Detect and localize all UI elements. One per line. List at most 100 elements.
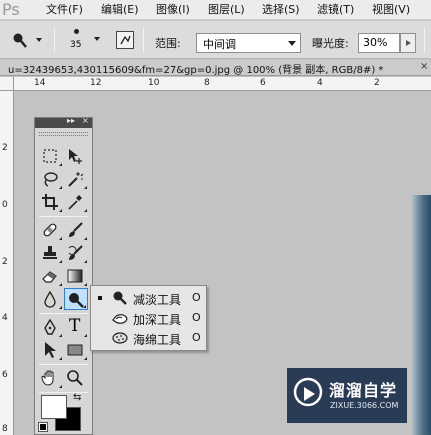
marquee-tool-icon (43, 149, 57, 163)
blur-tool[interactable] (39, 288, 63, 310)
ruler-label: 14 (34, 78, 46, 88)
chevron-down-icon (94, 37, 100, 41)
swap-colors-icon[interactable]: ⇆ (73, 392, 81, 403)
close-icon[interactable]: × (82, 116, 89, 125)
menu-view[interactable]: 视图(V) (372, 0, 410, 20)
ruler-label: 8 (204, 78, 210, 88)
flyout-item-dodge[interactable]: 减淡工具 O (91, 288, 206, 308)
crop-tool[interactable] (39, 191, 63, 213)
menu-filter[interactable]: 滤镜(T) (317, 0, 354, 20)
menu-layer[interactable]: 图层(L) (208, 0, 245, 20)
history-brush-tool-icon (68, 245, 83, 260)
dodge-tools-flyout: 减淡工具 O 加深工具 O 海绵工具 O (90, 285, 207, 351)
path-selection-tool[interactable] (39, 339, 63, 361)
separator (424, 28, 425, 52)
watermark-title: 溜溜自学 (329, 381, 398, 400)
magic-wand-tool-icon (68, 172, 84, 187)
collapse-panel-icon[interactable]: ▸▸ (67, 116, 75, 125)
rectangle-tool[interactable] (64, 339, 88, 361)
default-colors-icon[interactable] (38, 422, 48, 432)
dodge-tool-icon (13, 33, 27, 48)
exposure-slider-toggle[interactable] (400, 33, 416, 53)
flyout-item-label: 减淡工具 (133, 293, 182, 307)
range-select[interactable]: 中间调 (196, 33, 301, 53)
brush-tool[interactable] (64, 219, 88, 241)
healing-brush-tool[interactable] (39, 219, 63, 241)
magic-wand-tool[interactable] (64, 168, 88, 190)
separator (143, 28, 144, 52)
eyedropper-tool[interactable] (64, 191, 88, 213)
exposure-label: 曝光度: (312, 37, 349, 50)
brush-tool-icon (69, 222, 83, 237)
tool-preset-picker[interactable] (10, 31, 44, 51)
path-selection-tool-icon (45, 342, 56, 358)
shortcut-key: O (192, 291, 201, 304)
tool-separator (39, 364, 88, 365)
clone-stamp-tool[interactable] (39, 242, 63, 264)
play-logo-icon (293, 377, 323, 407)
ruler-label: 2 (2, 257, 8, 267)
marquee-tool[interactable] (39, 145, 63, 167)
menu-image[interactable]: 图像(I) (156, 0, 190, 20)
tool-separator (39, 313, 88, 314)
history-brush-tool[interactable] (64, 242, 88, 264)
ruler-label: 2 (2, 143, 8, 153)
exposure-input[interactable]: 30% (358, 33, 400, 53)
shortcut-key: O (192, 311, 201, 324)
eyedropper-tool-icon (68, 195, 82, 210)
gradient-tool-icon (67, 269, 83, 283)
range-select-value: 中间调 (203, 38, 236, 51)
menu-edit[interactable]: 编辑(E) (101, 0, 139, 20)
separator (54, 28, 55, 52)
flyout-item-label: 海绵工具 (133, 333, 182, 347)
ruler-vertical[interactable]: 2 0 2 4 6 8 (0, 91, 14, 435)
ruler-label: 12 (90, 78, 102, 88)
document-image-edge[interactable] (411, 195, 431, 435)
ruler-horizontal[interactable]: 14 12 10 8 6 4 2 (14, 77, 431, 91)
gradient-tool[interactable] (64, 265, 88, 287)
burn-tool-icon (112, 314, 128, 324)
ruler-corner[interactable] (0, 77, 14, 91)
eraser-tool[interactable] (39, 265, 63, 287)
shortcut-key: O (192, 331, 201, 344)
document-tab[interactable]: u=32439653,430115609&fm=27&gp=0.jpg @ 10… (0, 60, 431, 76)
selected-indicator (98, 296, 102, 300)
flyout-item-sponge[interactable]: 海绵工具 O (91, 328, 206, 348)
brush-preset-picker[interactable]: 35 (64, 25, 104, 55)
foreground-color-swatch[interactable] (41, 395, 67, 419)
document-title: u=32439653,430115609&fm=27&gp=0.jpg @ 10… (8, 65, 384, 76)
dodge-tool[interactable] (64, 288, 88, 310)
brush-panel-toggle[interactable] (116, 31, 134, 49)
menu-select[interactable]: 选择(S) (262, 0, 300, 20)
ruler-label: 6 (260, 78, 266, 88)
panel-grip[interactable] (39, 132, 88, 136)
type-tool[interactable]: T (64, 316, 88, 338)
ruler-label: 0 (2, 200, 8, 210)
crop-tool-icon (42, 194, 58, 210)
watermark: 溜溜自学 ZIXUE.3066.COM (287, 368, 407, 423)
pen-tool[interactable] (39, 316, 63, 338)
lasso-tool[interactable] (39, 168, 63, 190)
clone-stamp-tool-icon (43, 246, 57, 259)
range-label: 范围: (155, 37, 181, 50)
ruler-label: 2 (374, 78, 380, 88)
brush-size-value: 35 (70, 40, 82, 50)
close-icon[interactable]: × (420, 61, 428, 72)
pen-tool-icon (44, 318, 56, 335)
options-bar: 35 范围: 中间调 曝光度: 30% (0, 21, 431, 59)
hand-tool[interactable] (39, 367, 63, 389)
move-tool[interactable] (64, 145, 88, 167)
flyout-item-burn[interactable]: 加深工具 O (91, 308, 206, 328)
dodge-tool-icon (113, 291, 127, 305)
healing-brush-tool-icon (43, 223, 57, 237)
brush-panel-icon (120, 35, 131, 45)
tools-panel-header[interactable]: ▸▸ × (35, 116, 92, 128)
flyout-item-label: 加深工具 (133, 313, 182, 327)
zoom-tool-icon (67, 370, 83, 386)
ruler-label: 4 (317, 78, 323, 88)
hand-tool-icon (41, 370, 54, 386)
menu-file[interactable]: 文件(F) (46, 0, 83, 20)
zoom-tool[interactable] (64, 367, 88, 389)
exposure-value: 30% (363, 36, 388, 49)
ruler-label: 8 (2, 424, 8, 434)
